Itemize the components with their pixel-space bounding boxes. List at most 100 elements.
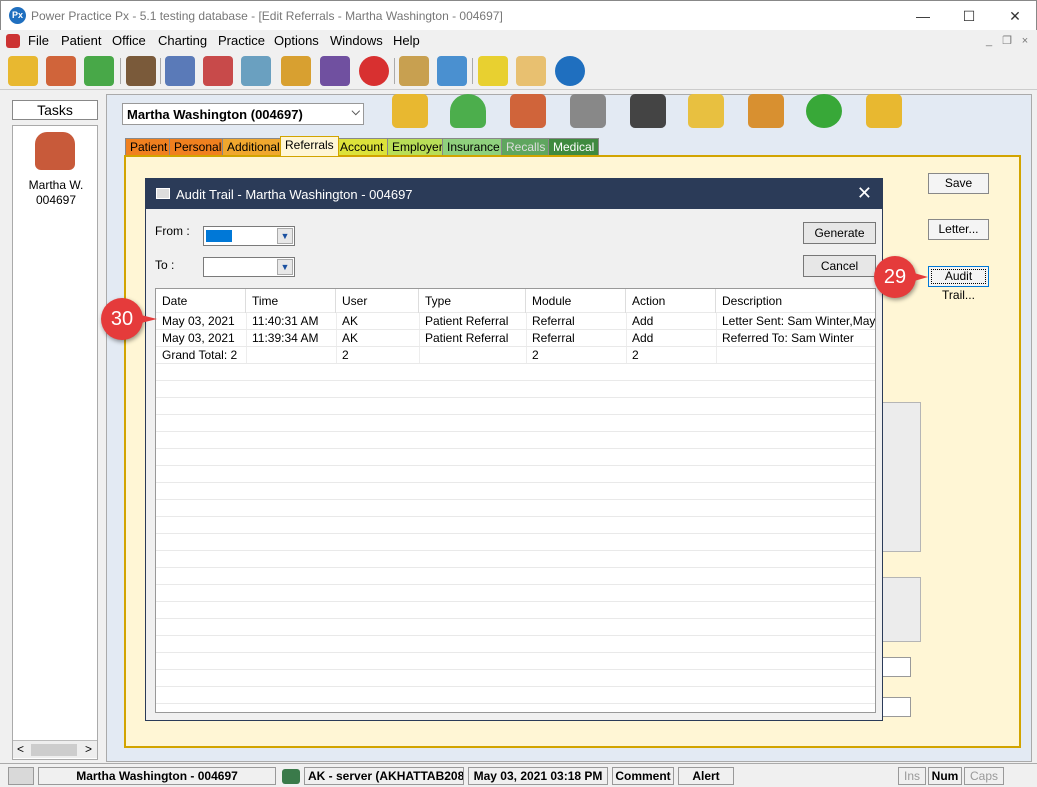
menu-help[interactable]: Help (393, 33, 420, 48)
generate-button[interactable]: Generate (803, 222, 876, 244)
status-datetime: May 03, 2021 03:18 PM (468, 767, 608, 785)
table-row[interactable]: May 03, 2021 11:39:34 AM AK Patient Refe… (156, 330, 875, 347)
letter-button[interactable]: Letter... (928, 219, 989, 240)
menu-patient[interactable]: Patient (61, 33, 101, 48)
column-header-module[interactable]: Module (526, 289, 626, 313)
patients-icon[interactable] (46, 56, 76, 86)
tasks-button[interactable]: Tasks (12, 100, 98, 120)
column-header-user[interactable]: User (336, 289, 419, 313)
family-icon[interactable] (510, 94, 546, 128)
status-bar: Martha Washington - 004697 AK - server (… (0, 763, 1037, 787)
calendar-icon[interactable] (203, 56, 233, 86)
printer-alert-icon[interactable] (570, 94, 606, 128)
cancel-button[interactable]: Cancel (803, 255, 876, 277)
documents-icon[interactable] (399, 56, 429, 86)
scroll-thumb[interactable] (31, 744, 77, 756)
menu-office[interactable]: Office (112, 33, 146, 48)
patient-selector[interactable]: Martha Washington (004697) ⌵ (122, 103, 364, 125)
menu-practice[interactable]: Practice (218, 33, 265, 48)
tab-additional[interactable]: Additional (222, 138, 285, 155)
scroll-right-button[interactable]: > (85, 742, 92, 756)
minimize-button[interactable]: — (900, 1, 946, 31)
notepad-icon[interactable] (516, 56, 546, 86)
audit-trail-grid[interactable]: Date Time User Type Module Action Descri… (155, 288, 876, 713)
maximize-button[interactable]: ☐ (946, 1, 992, 31)
camera-icon[interactable] (8, 767, 34, 785)
tab-recalls[interactable]: Recalls (501, 138, 551, 155)
mdi-restore-button[interactable]: ❐ (1000, 34, 1014, 48)
close-icon[interactable]: ✕ (857, 184, 872, 202)
column-header-action[interactable]: Action (626, 289, 716, 313)
save-button[interactable]: Save (928, 173, 989, 194)
from-date-combo[interactable]: ▼ (203, 226, 295, 246)
medicine-bottle-icon[interactable] (437, 56, 467, 86)
tab-patient[interactable]: Patient (125, 138, 173, 155)
mdi-child-icon[interactable] (6, 34, 20, 48)
transfer-folders-icon[interactable] (866, 94, 902, 128)
package-icon[interactable] (281, 56, 311, 86)
alert-button[interactable]: Alert (678, 767, 734, 785)
tab-referrals[interactable]: Referrals (280, 136, 339, 156)
column-header-date[interactable]: Date (156, 289, 246, 313)
scroll-left-button[interactable]: < (17, 742, 24, 756)
book-icon[interactable] (165, 56, 195, 86)
menu-windows[interactable]: Windows (330, 33, 383, 48)
window-icon (156, 188, 170, 199)
cell-action: 2 (632, 348, 639, 362)
column-header-description[interactable]: Description (716, 289, 875, 313)
wrench-icon[interactable] (748, 94, 784, 128)
cell-module: Referral (532, 314, 575, 328)
task-patient-id: 004697 (35, 193, 77, 207)
to-date-combo[interactable]: ▼ (203, 257, 295, 277)
edi-icon[interactable] (320, 56, 350, 86)
background-dropdown[interactable] (881, 657, 911, 677)
mdi-minimize-button[interactable]: _ (982, 34, 996, 48)
chart-icon[interactable] (241, 56, 271, 86)
comment-button[interactable]: Comment (612, 767, 674, 785)
menu-options[interactable]: Options (274, 33, 319, 48)
status-patient: Martha Washington - 004697 (38, 767, 276, 785)
help-circle-icon[interactable] (555, 56, 585, 86)
menu-file[interactable]: File (28, 33, 49, 48)
folder-document-icon[interactable] (688, 94, 724, 128)
cancel-icon[interactable] (359, 56, 389, 86)
notes-icon[interactable] (478, 56, 508, 86)
cell-user: AK (342, 314, 359, 328)
cell-user: 2 (342, 348, 349, 362)
tab-insurance[interactable]: Insurance (442, 138, 505, 155)
audit-trail-button[interactable]: Audit Trail... (928, 266, 989, 302)
table-row[interactable]: May 03, 2021 11:40:31 AM AK Patient Refe… (156, 313, 875, 330)
callout-30: 30 (101, 298, 143, 340)
person-icon[interactable] (450, 94, 486, 128)
horizontal-scrollbar[interactable]: < > (13, 740, 97, 758)
open-folder-icon[interactable] (8, 56, 38, 86)
refresh-icon[interactable] (806, 94, 842, 128)
cell-time: 11:40:31 AM (252, 314, 319, 328)
grand-total-row[interactable]: Grand Total: 2 2 2 2 (156, 347, 875, 364)
cell-module: 2 (532, 348, 539, 362)
tasks-list: Martha W. 004697 < > (12, 125, 98, 760)
tab-personal[interactable]: Personal (169, 138, 227, 155)
column-header-time[interactable]: Time (246, 289, 336, 313)
tab-medical[interactable]: Medical (548, 138, 600, 155)
fax-icon[interactable] (630, 94, 666, 128)
task-patient-name[interactable]: Martha W. (13, 178, 99, 192)
close-window-button[interactable]: ✕ (992, 1, 1037, 31)
open-folder-icon[interactable] (392, 94, 428, 128)
from-date-selection (206, 230, 232, 242)
edit-pencil-icon[interactable] (126, 56, 156, 86)
menu-charting[interactable]: Charting (158, 33, 207, 48)
chevron-down-icon[interactable]: ▼ (277, 228, 293, 244)
refresh-money-icon[interactable] (84, 56, 114, 86)
column-header-type[interactable]: Type (419, 289, 526, 313)
chevron-down-icon[interactable]: ▼ (277, 259, 293, 275)
tab-account[interactable]: Account (335, 138, 389, 155)
cell-time: 11:39:34 AM (252, 331, 319, 345)
patient-avatar-icon[interactable] (35, 132, 75, 170)
tab-employer[interactable]: Employer (387, 138, 448, 155)
background-group-box (881, 402, 921, 552)
cell-description (716, 347, 875, 364)
toolbar-separator (120, 58, 121, 84)
background-dropdown[interactable] (881, 697, 911, 717)
mdi-close-button[interactable]: × (1018, 34, 1032, 48)
